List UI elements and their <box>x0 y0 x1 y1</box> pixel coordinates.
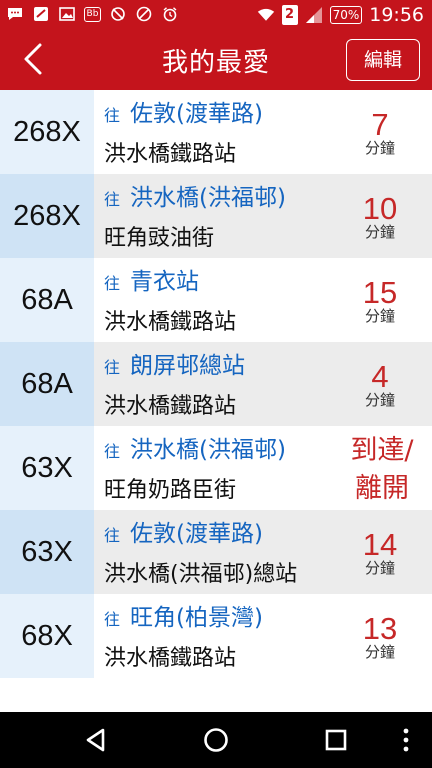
eta-unit: 分鐘 <box>364 307 395 325</box>
image-icon <box>58 5 76 23</box>
eta-unit: 分鐘 <box>364 559 395 577</box>
route-number: 268X <box>0 90 94 174</box>
sim-slot-indicator: 2 <box>281 5 298 25</box>
stop-name: 洪水橋鐵路站 <box>104 142 237 167</box>
destination: 朗屏邨總站 <box>130 353 246 379</box>
favorite-row[interactable]: 268X 往 洪水橋(洪福邨) 旺角豉油街 10 分鐘 <box>0 174 432 258</box>
app-icon <box>32 5 50 23</box>
destination: 佐敦(渡華路) <box>130 101 263 127</box>
stop-name: 洪水橋鐵路站 <box>104 394 237 419</box>
route-number: 63X <box>0 510 94 594</box>
nav-menu-button[interactable] <box>398 726 414 754</box>
home-circle-icon <box>204 728 228 752</box>
destination: 佐敦(渡華路) <box>130 521 263 547</box>
nav-recents-button[interactable] <box>322 726 350 754</box>
system-nav-bar <box>0 712 432 768</box>
eta-unit: 分鐘 <box>364 223 395 241</box>
destination: 青衣站 <box>130 269 200 295</box>
eta: 7 分鐘 <box>350 107 410 157</box>
route-number: 63X <box>0 426 94 510</box>
destination: 洪水橋(洪福邨) <box>130 185 286 211</box>
eta-status: 到達/ 離開 <box>340 432 424 508</box>
app-bar: 我的最愛 編輯 <box>0 30 432 90</box>
route-info: 往 青衣站 洪水橋鐵路站 15 分鐘 <box>94 258 432 342</box>
recents-square-icon <box>325 729 347 751</box>
eta: 4 分鐘 <box>350 359 410 409</box>
edit-button[interactable]: 編輯 <box>346 39 420 81</box>
direction-label: 往 <box>104 274 121 293</box>
status-time: 19:56 <box>369 4 424 26</box>
eta-unit: 分鐘 <box>364 139 395 157</box>
status-bar: Bb 2 70% 19:56 <box>0 0 432 30</box>
route-info: 往 朗屏邨總站 洪水橋鐵路站 4 分鐘 <box>94 342 432 426</box>
route-info: 往 旺角(柏景灣) 洪水橋鐵路站 13 分鐘 <box>94 594 432 678</box>
stop-name: 旺角豉油街 <box>104 226 215 251</box>
stop-name: 洪水橋(洪福邨)總站 <box>104 562 298 587</box>
alarm-icon <box>161 5 179 23</box>
eta: 15 分鐘 <box>350 275 410 325</box>
direction-label: 往 <box>104 106 121 125</box>
battery-icon: 70% <box>329 6 363 24</box>
destination: 旺角(柏景灣) <box>130 605 263 631</box>
route-number: 68X <box>0 594 94 678</box>
eta: 14 分鐘 <box>350 527 410 577</box>
eta-unit: 分鐘 <box>364 391 395 409</box>
eta-status-line-1: 到達/ <box>350 435 414 466</box>
favorite-row[interactable]: 68A 往 青衣站 洪水橋鐵路站 15 分鐘 <box>0 258 432 342</box>
nav-home-button[interactable] <box>202 726 230 754</box>
back-triangle-icon <box>86 728 105 752</box>
stop-name: 洪水橋鐵路站 <box>104 646 237 671</box>
nav-back-button[interactable] <box>82 726 110 754</box>
stop-name: 洪水橋鐵路站 <box>104 310 237 335</box>
route-info: 往 佐敦(渡華路) 洪水橋(洪福邨)總站 14 分鐘 <box>94 510 432 594</box>
favorites-list: 268X 往 佐敦(渡華路) 洪水橋鐵路站 7 分鐘 268X 往 洪水橋(洪福… <box>0 90 432 678</box>
sync-off-icon <box>109 5 127 23</box>
direction-label: 往 <box>104 442 121 461</box>
eta-status-line-2: 離開 <box>355 473 409 504</box>
chat-icon <box>6 5 24 23</box>
eta-minutes: 14 <box>362 527 398 562</box>
stop-name: 旺角奶路臣街 <box>104 478 237 503</box>
route-number: 68A <box>0 342 94 426</box>
eta-minutes: 15 <box>362 275 398 310</box>
favorite-row[interactable]: 68A 往 朗屏邨總站 洪水橋鐵路站 4 分鐘 <box>0 342 432 426</box>
signal-icon <box>305 6 323 24</box>
eta-minutes: 10 <box>362 191 398 226</box>
direction-label: 往 <box>104 610 121 629</box>
battery-level: 70% <box>332 8 360 22</box>
route-info: 往 佐敦(渡華路) 洪水橋鐵路站 7 分鐘 <box>94 90 432 174</box>
favorite-row[interactable]: 268X 往 佐敦(渡華路) 洪水橋鐵路站 7 分鐘 <box>0 90 432 174</box>
eta: 10 分鐘 <box>350 191 410 241</box>
dnd-icon <box>135 5 153 23</box>
eta-minutes: 13 <box>362 611 398 646</box>
eta: 13 分鐘 <box>350 611 410 661</box>
destination: 洪水橋(洪福邨) <box>130 437 286 463</box>
wifi-icon <box>257 6 275 24</box>
eta-unit: 分鐘 <box>364 643 395 661</box>
eta-minutes: 4 <box>371 359 389 394</box>
favorite-row[interactable]: 63X 往 佐敦(渡華路) 洪水橋(洪福邨)總站 14 分鐘 <box>0 510 432 594</box>
route-info: 往 洪水橋(洪福邨) 旺角奶路臣街 到達/ 離開 <box>94 426 432 510</box>
route-number: 68A <box>0 258 94 342</box>
favorite-row[interactable]: 63X 往 洪水橋(洪福邨) 旺角奶路臣街 到達/ 離開 <box>0 426 432 510</box>
eta-minutes: 7 <box>371 107 389 142</box>
direction-label: 往 <box>104 526 121 545</box>
overflow-dots-icon <box>403 728 409 752</box>
favorite-row[interactable]: 68X 往 旺角(柏景灣) 洪水橋鐵路站 13 分鐘 <box>0 594 432 678</box>
direction-label: 往 <box>104 190 121 209</box>
route-number: 268X <box>0 174 94 258</box>
bb-icon: Bb <box>84 6 101 22</box>
direction-label: 往 <box>104 358 121 377</box>
route-info: 往 洪水橋(洪福邨) 旺角豉油街 10 分鐘 <box>94 174 432 258</box>
